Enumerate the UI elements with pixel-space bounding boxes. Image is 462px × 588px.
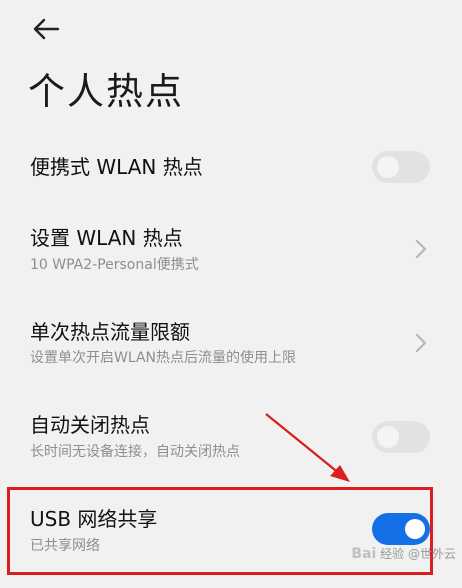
watermark-text: 经验 @世外云 [380,547,456,561]
watermark-logo: Bai [351,546,377,562]
annotation-arrow [265,413,350,482]
watermark: Bai 经验 @世外云 [351,545,456,562]
